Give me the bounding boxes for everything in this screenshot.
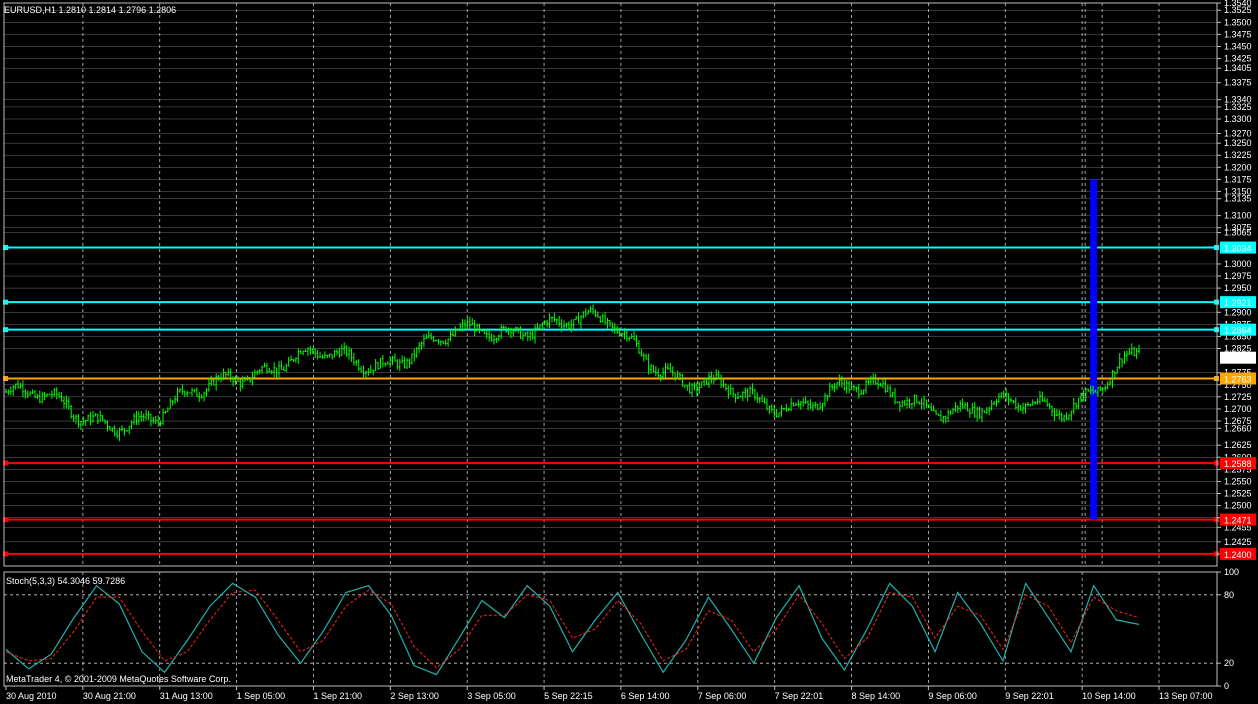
time-label: 30 Aug 21:00 (83, 691, 136, 701)
price-label: 1.3200 (1224, 162, 1252, 172)
current-price-text: 1.2806 (1224, 354, 1252, 364)
chart-background (0, 0, 1258, 704)
copyright-text: MetaTrader 4, © 2001-2009 MetaQuotes Sof… (6, 674, 231, 684)
symbol-header: EURUSD,H1 1.2810 1.2814 1.2796 1.2806 (4, 5, 176, 15)
price-label: 1.3065 (1224, 228, 1252, 238)
price-label: 1.2550 (1224, 476, 1252, 486)
price-label: 1.3525 (1224, 5, 1252, 15)
level-price-text: 1.2921 (1224, 298, 1252, 308)
price-label: 1.3375 (1224, 78, 1252, 88)
price-label: 1.3175 (1224, 174, 1252, 184)
price-label: 1.3000 (1224, 259, 1252, 269)
time-label: 1 Sep 05:00 (237, 691, 286, 701)
time-label: 30 Aug 2010 (6, 691, 57, 701)
highlight-bar (1090, 179, 1098, 520)
time-label: 6 Sep 14:00 (621, 691, 670, 701)
trading-chart[interactable]: 30 Aug 2010 30 Aug 21:00 31 Aug 13:00 1 Sep… (0, 0, 1258, 704)
level-price-text: 1.3034 (1224, 244, 1252, 254)
price-label: 1.3250 (1224, 138, 1252, 148)
stoch-tick-label: 0 (1224, 681, 1229, 691)
time-label: 1 Sep 21:00 (313, 691, 362, 701)
price-label: 1.2975 (1224, 271, 1252, 281)
time-label: 3 Sep 05:00 (467, 691, 516, 701)
time-label: 9 Sep 22:01 (1005, 691, 1054, 701)
price-label: 1.2425 (1224, 537, 1252, 547)
time-label: 9 Sep 06:00 (928, 691, 977, 701)
stoch-header: Stoch(5,3,3) 54.3046 59.7286 (6, 576, 125, 586)
stoch-tick-label: 20 (1224, 658, 1234, 668)
time-label: 10 Sep 14:00 (1082, 691, 1136, 701)
price-label: 1.3405 (1224, 63, 1252, 73)
price-label: 1.3225 (1224, 150, 1252, 160)
price-label: 1.2500 (1224, 501, 1252, 511)
level-price-text: 1.2864 (1224, 326, 1252, 336)
time-label: 7 Sep 06:00 (698, 691, 747, 701)
price-label: 1.2625 (1224, 440, 1252, 450)
time-label: 7 Sep 22:01 (775, 691, 824, 701)
level-price-text: 1.2400 (1224, 550, 1252, 560)
level-price-text: 1.2471 (1224, 516, 1252, 526)
stoch-tick-label: 100 (1224, 567, 1239, 577)
price-label: 1.3425 (1224, 54, 1252, 64)
price-label: 1.2700 (1224, 404, 1252, 414)
price-label: 1.3100 (1224, 211, 1252, 221)
price-label: 1.3500 (1224, 17, 1252, 27)
level-price-text: 1.2588 (1224, 459, 1252, 469)
price-label: 1.3475 (1224, 29, 1252, 39)
price-label: 1.3300 (1224, 114, 1252, 124)
time-label: 5 Sep 22:15 (544, 691, 593, 701)
price-label: 1.3135 (1224, 194, 1252, 204)
price-label: 1.2525 (1224, 489, 1252, 499)
price-label: 1.2900 (1224, 307, 1252, 317)
time-label: 8 Sep 14:00 (852, 691, 901, 701)
level-price-text: 1.2763 (1224, 374, 1252, 384)
price-label: 1.3450 (1224, 41, 1252, 51)
time-label: 31 Aug 13:00 (160, 691, 213, 701)
time-label: 2 Sep 13:00 (390, 691, 439, 701)
price-label: 1.3270 (1224, 128, 1252, 138)
price-label: 1.2660 (1224, 423, 1252, 433)
price-label: 1.2950 (1224, 283, 1252, 293)
price-label: 1.3325 (1224, 102, 1252, 112)
price-label: 1.2725 (1224, 392, 1252, 402)
time-label: 13 Sep 07:00 (1159, 691, 1213, 701)
stoch-tick-label: 80 (1224, 590, 1234, 600)
blue-highlight-layer (1090, 179, 1098, 520)
